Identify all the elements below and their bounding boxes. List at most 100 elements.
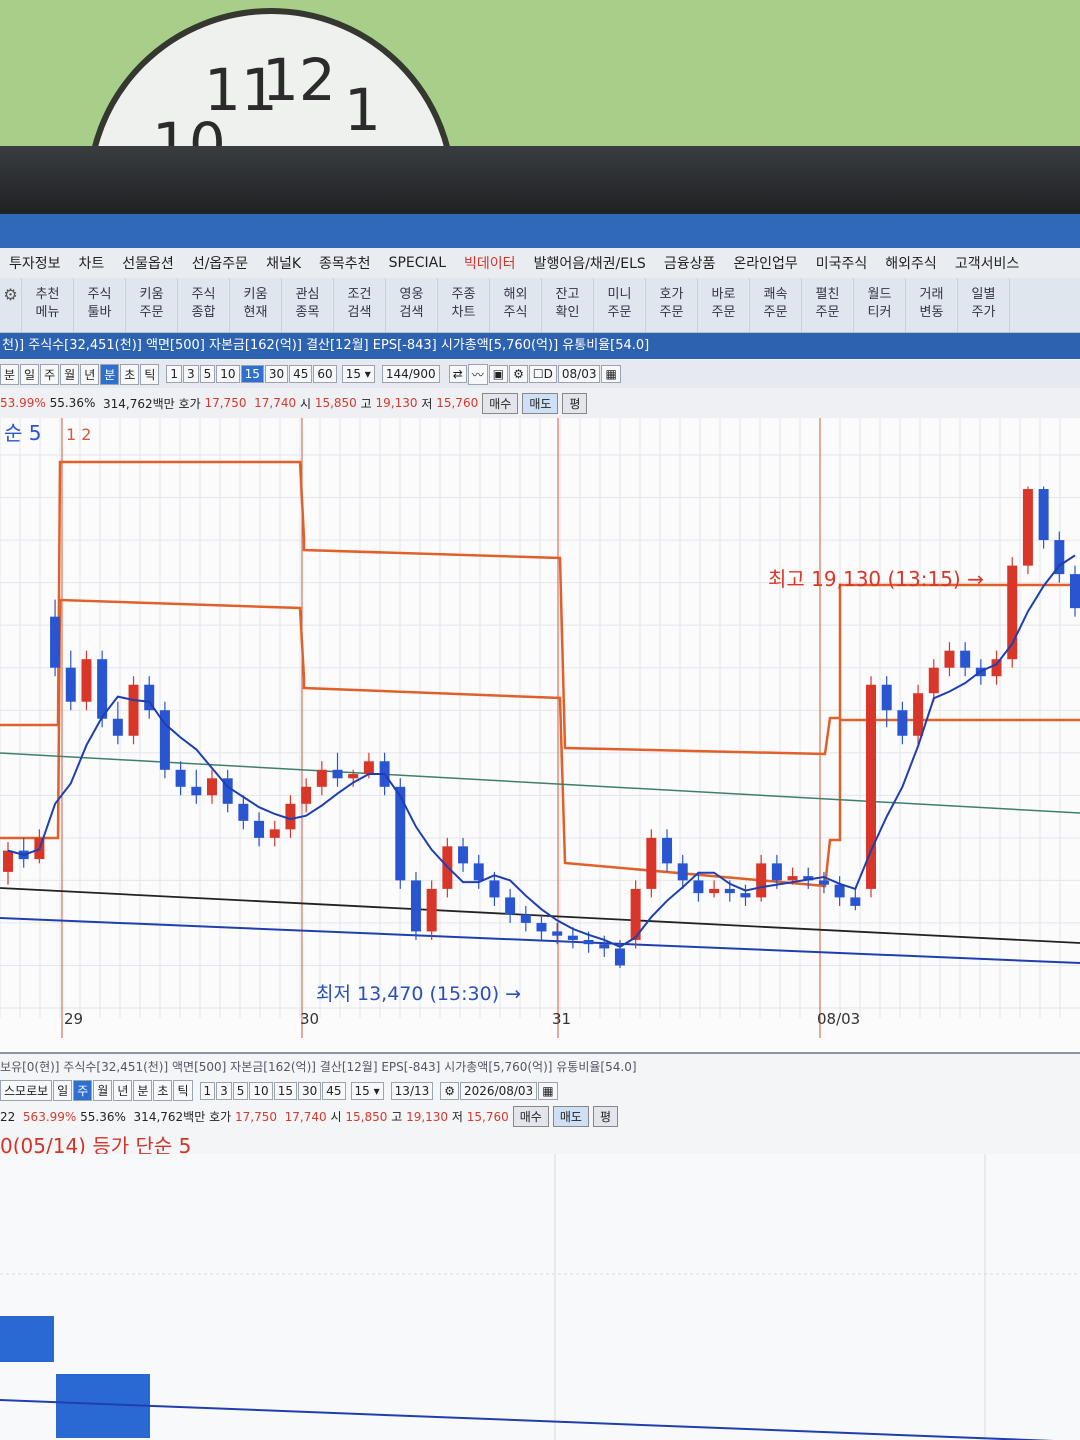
lower-bar-count[interactable]: 13/13 <box>390 1081 434 1100</box>
date-field[interactable]: 08/03 <box>557 365 601 383</box>
bar-count-field[interactable]: 144/900 <box>381 365 440 383</box>
toolbar-button[interactable]: 주종 차트 <box>438 278 490 332</box>
main-toolbar: ⚙ 추천 메뉴 주식 툴바 키움 주문 주식 종합 키움 현재 관심 종목 조건 검색 영웅 … <box>0 278 1080 333</box>
menu-item[interactable]: 채널K <box>257 253 310 273</box>
trend-icon[interactable]: 〰 <box>467 363 488 385</box>
minute-45[interactable]: 45 <box>289 365 313 383</box>
toolbar-button[interactable]: 키움 주문 <box>126 278 178 332</box>
menu-item[interactable]: 선물옵션 <box>113 253 183 273</box>
period-minute[interactable]: 분 <box>0 363 20 385</box>
lower-period-tick[interactable]: 틱 <box>173 1080 193 1101</box>
toolbar-button[interactable]: 추천 메뉴 <box>22 278 74 332</box>
toolbar-button[interactable]: 키움 현재 <box>230 278 282 332</box>
menu-item[interactable]: 종목추천 <box>310 253 380 273</box>
menu-item[interactable]: 미국주식 <box>807 253 877 273</box>
menu-item[interactable]: 선/옵주문 <box>183 253 257 273</box>
minute-5[interactable]: 5 <box>199 365 216 383</box>
d-checkbox[interactable]: ☐D <box>528 365 557 383</box>
menu-item[interactable]: 고객서비스 <box>946 253 1028 273</box>
lower-bid-price: 17,740 <box>284 1109 327 1124</box>
minute-10[interactable]: 10 <box>216 365 240 383</box>
menu-item[interactable]: 발행어음/채권/ELS <box>525 253 655 273</box>
menu-item[interactable]: 투자정보 <box>0 253 70 273</box>
toolbar-button[interactable]: 미니 주문 <box>594 278 646 332</box>
toolbar-button[interactable]: 잔고 확인 <box>542 278 594 332</box>
lower-calendar-icon[interactable]: ▦ <box>538 1081 558 1100</box>
pct-change: 53.99% <box>0 396 46 410</box>
period-week[interactable]: 주 <box>40 363 60 385</box>
calendar-icon[interactable]: ▦ <box>601 365 621 383</box>
candle-body <box>97 659 108 719</box>
buy-button[interactable]: 매수 <box>482 392 519 414</box>
lower-period-second[interactable]: 초 <box>153 1080 173 1101</box>
lower-price-prefix: 22 <box>0 1109 16 1124</box>
lower-minute-45[interactable]: 45 <box>322 1081 346 1100</box>
candle-body <box>724 888 735 894</box>
toolbar-button[interactable]: 해외 주식 <box>490 278 542 332</box>
minute-3[interactable]: 3 <box>183 365 199 383</box>
period-day[interactable]: 일 <box>20 363 40 385</box>
lower-high-label: 고 <box>391 1110 403 1124</box>
indicator-icon[interactable]: ⇄ <box>448 365 467 383</box>
toolbar-button[interactable]: 영웅 검색 <box>386 278 438 332</box>
period-minute-selected[interactable]: 분 <box>100 363 120 385</box>
period-year[interactable]: 년 <box>80 363 100 385</box>
minute-30[interactable]: 30 <box>264 365 289 383</box>
lower-buy-button[interactable]: 매수 <box>512 1106 549 1127</box>
candle-body <box>599 944 610 949</box>
lower-date-field[interactable]: 2026/08/03 <box>460 1081 538 1100</box>
lower-minute-30[interactable]: 30 <box>297 1081 322 1100</box>
toolbar-button[interactable]: 월드 티커 <box>854 278 906 332</box>
wall-background: 11 12 1 10 <box>0 0 1080 150</box>
toolbar-button[interactable]: 펼친 주문 <box>802 278 854 332</box>
stock-info-bar: 천)] 주식수[32,451(천)] 액면[500] 자본금[162(억)] 결… <box>0 333 1080 359</box>
menu-item[interactable]: SPECIAL <box>380 255 455 271</box>
toolbar-button[interactable]: 주식 종합 <box>178 278 230 332</box>
lower-period-year[interactable]: 년 <box>113 1080 133 1101</box>
menu-item[interactable]: 온라인업무 <box>724 253 806 273</box>
lower-count-select[interactable]: 15 ▾ <box>350 1081 384 1100</box>
toolbar-button[interactable]: 일별 주가 <box>958 278 1010 332</box>
save-icon[interactable]: ▣ <box>488 365 509 383</box>
minute-15[interactable]: 15 <box>240 365 264 383</box>
candle-body <box>458 846 469 864</box>
minute-60[interactable]: 60 <box>313 365 337 383</box>
menu-item[interactable]: 차트 <box>70 253 114 273</box>
candle-body <box>928 667 939 694</box>
candle-body <box>1070 574 1080 609</box>
sell-button[interactable]: 매도 <box>522 392 559 414</box>
toolbar-button[interactable]: 바로 주문 <box>698 278 750 332</box>
lower-period-day[interactable]: 일 <box>53 1080 73 1101</box>
settings-icon[interactable]: ⚙ <box>509 365 528 383</box>
period-month[interactable]: 월 <box>60 363 80 385</box>
lower-minute-10[interactable]: 10 <box>249 1081 273 1100</box>
toolbar-button[interactable]: 주식 툴바 <box>74 278 126 332</box>
lower-settings-icon[interactable]: ⚙ <box>440 1081 460 1100</box>
lower-period-minute[interactable]: 분 <box>133 1080 153 1101</box>
period-second[interactable]: 초 <box>120 363 140 385</box>
eval-button[interactable]: 평 <box>562 392 588 414</box>
lower-minute-1[interactable]: 1 <box>199 1081 216 1100</box>
menu-item[interactable]: 해외주식 <box>876 253 946 273</box>
count-select[interactable]: 15 ▾ <box>341 365 375 383</box>
menu-item[interactable]: 금융상품 <box>655 253 725 273</box>
toolbar-button[interactable]: 거래 변동 <box>906 278 958 332</box>
toolbar-button[interactable]: 조건 검색 <box>334 278 386 332</box>
lower-minute-3[interactable]: 3 <box>216 1081 232 1100</box>
menu-item[interactable]: 빅데이터 <box>455 253 525 273</box>
lower-minute-5[interactable]: 5 <box>232 1081 249 1100</box>
lower-minute-15[interactable]: 15 <box>273 1081 297 1100</box>
toolbar-button[interactable]: 관심 종목 <box>282 278 334 332</box>
candlestick-chart[interactable]: 순 5 1 2 최고 19,130 (13:15) → 최저 13,470 (15:3… <box>0 418 1080 1058</box>
minute-1[interactable]: 1 <box>166 365 183 383</box>
toolbar-button[interactable]: 호가 주문 <box>646 278 698 332</box>
lower-period-week[interactable]: 주 <box>73 1080 93 1101</box>
lower-eval-button[interactable]: 평 <box>592 1106 618 1127</box>
candle-body <box>81 659 92 702</box>
gear-icon[interactable]: ⚙ <box>0 278 22 332</box>
toolbar-button[interactable]: 쾌속 주문 <box>750 278 802 332</box>
lower-sell-button[interactable]: 매도 <box>552 1106 589 1127</box>
period-tick[interactable]: 틱 <box>140 363 160 385</box>
lower-period-month[interactable]: 월 <box>93 1080 113 1101</box>
lower-weekly-chart[interactable] <box>0 1154 1080 1440</box>
